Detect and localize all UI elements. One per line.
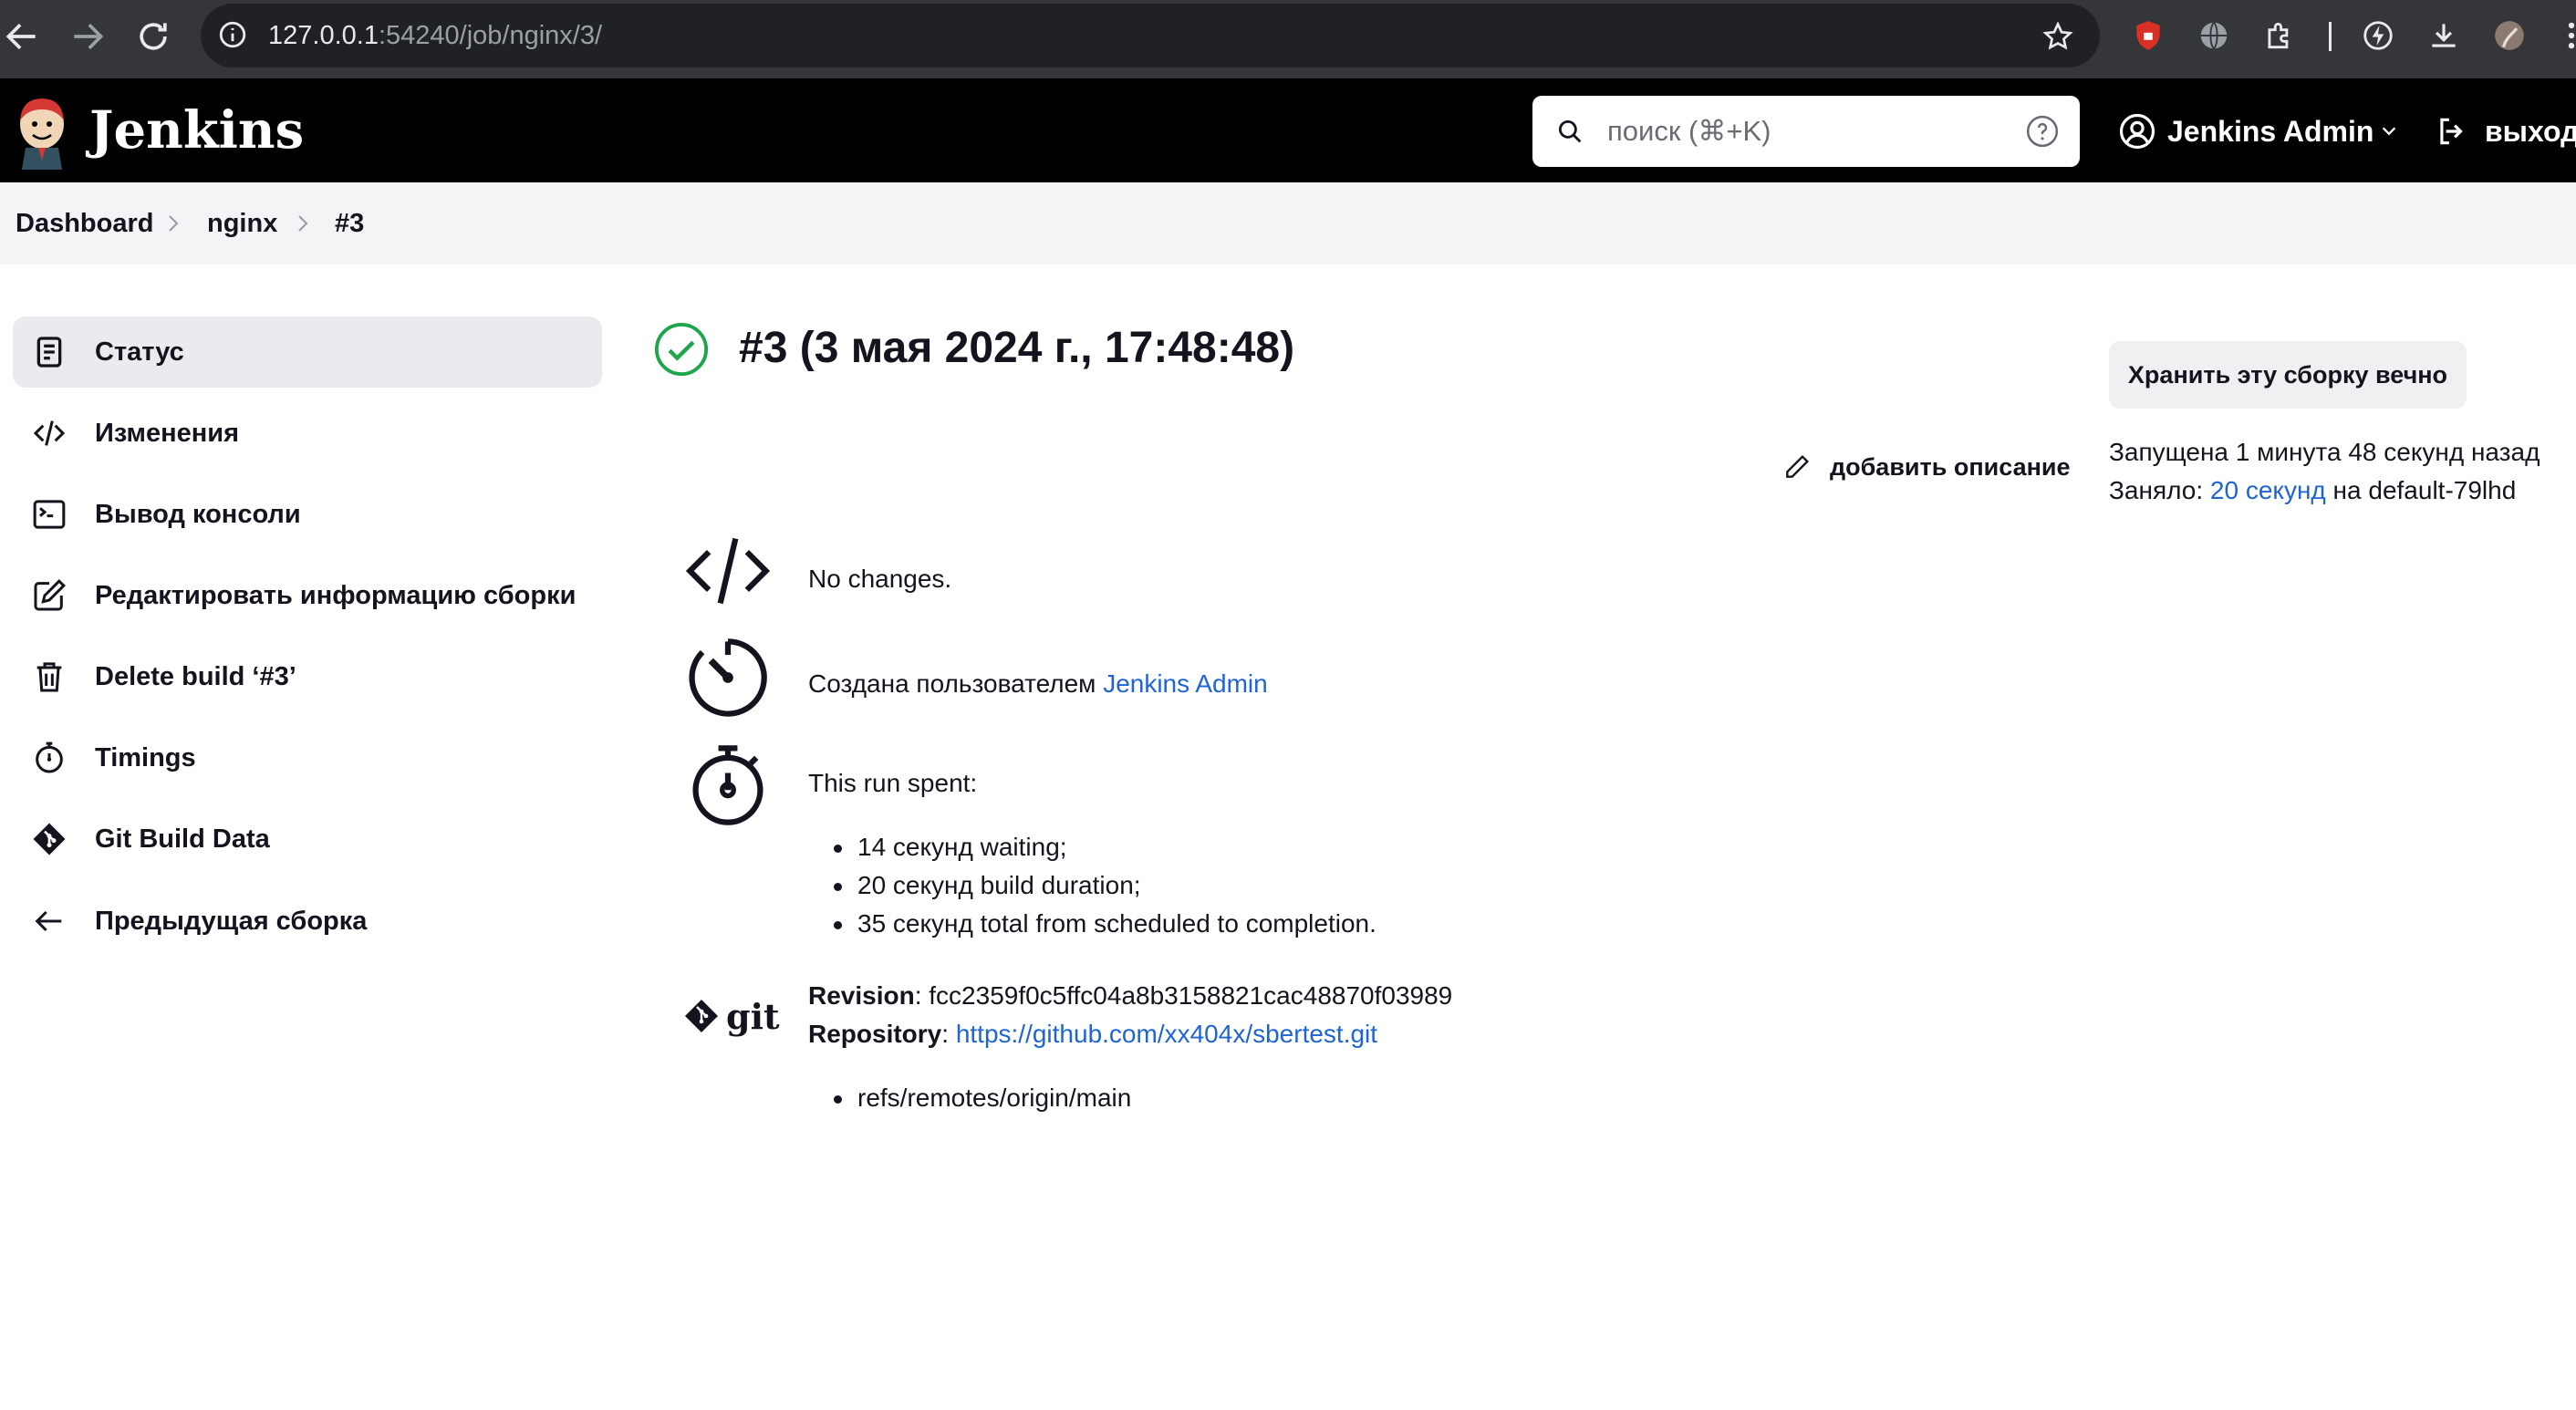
success-check-icon <box>654 322 709 377</box>
globe-extension-icon[interactable] <box>2197 18 2231 53</box>
list-item: refs/remotes/origin/main <box>833 1079 1131 1117</box>
search-placeholder: поиск (⌘+K) <box>1607 115 1771 147</box>
bookmark-star-icon[interactable] <box>2041 20 2074 53</box>
sidebar-item-git-build-data[interactable]: Git Build Data <box>13 803 602 875</box>
logout-icon <box>2440 118 2463 145</box>
list-item: 35 секунд total from scheduled to comple… <box>834 905 1376 943</box>
sidebar-item-label: Редактировать информацию сборки <box>95 581 576 610</box>
git-logo-text: git <box>726 996 780 1037</box>
chevron-right-icon <box>169 215 179 232</box>
arrow-left-icon <box>35 910 62 932</box>
jenkins-logo-text[interactable]: Jenkins <box>89 97 304 164</box>
repository-line: Repository: https://github.com/xx404x/sb… <box>808 1020 1378 1048</box>
run-spent-list: 14 секунд waiting; 20 секунд build durat… <box>834 828 1376 943</box>
chevron-down-icon <box>2382 127 2396 136</box>
address-bar[interactable]: 127.0.0.1:54240/job/nginx/3/ <box>201 4 2100 67</box>
code-icon <box>33 420 66 446</box>
breadcrumb: Dashboard nginx #3 <box>0 182 2576 264</box>
run-spent-label: This run spent: <box>808 769 978 797</box>
browser-menu-icon[interactable] <box>2554 18 2576 53</box>
sidebar-item-timings[interactable]: Timings <box>13 722 602 793</box>
sidebar-item-label: Git Build Data <box>95 824 270 854</box>
help-icon[interactable] <box>2025 114 2060 149</box>
sidebar-item-label: Вывод консоли <box>95 500 301 529</box>
user-name: Jenkins Admin <box>2167 115 2374 148</box>
add-description-label: добавить описание <box>1830 453 2071 481</box>
jenkins-logo-icon[interactable] <box>13 93 71 170</box>
edit-icon <box>34 579 66 611</box>
breadcrumb-nginx[interactable]: nginx <box>207 182 277 264</box>
list-item: 20 секунд build duration; <box>834 866 1376 905</box>
list-item: 14 секунд waiting; <box>834 828 1376 866</box>
search-icon <box>1558 119 1582 143</box>
sidebar-item-delete-build[interactable]: Delete build ‘#3’ <box>13 641 602 712</box>
refs-list: refs/remotes/origin/main <box>833 1079 1131 1117</box>
git-icon <box>33 823 66 855</box>
sidebar-item-changes[interactable]: Изменения <box>13 398 602 469</box>
logout-label: выход <box>2485 115 2576 148</box>
url-text[interactable]: 127.0.0.1:54240/job/nginx/3/ <box>268 4 602 67</box>
performance-icon[interactable] <box>2361 18 2395 53</box>
breadcrumb-dashboard[interactable]: Dashboard <box>16 182 153 264</box>
sidebar-item-label: Предыдущая сборка <box>95 907 368 936</box>
breadcrumb-build[interactable]: #3 <box>335 182 364 264</box>
changes-text: No changes. <box>808 565 952 593</box>
page-title: #3 (3 мая 2024 г., 17:48:48) <box>739 324 1295 372</box>
created-by: Создана пользователем Jenkins Admin <box>808 669 1268 698</box>
user-avatar-icon <box>2119 113 2155 150</box>
back-arrow-icon[interactable] <box>2 16 42 57</box>
revision-hash: fcc2359f0c5ffc04a8b3158821cac48870f03989 <box>929 981 1453 1010</box>
site-info-icon[interactable] <box>217 19 248 50</box>
sidebar-item-edit-build-info[interactable]: Редактировать информацию сборки <box>13 560 602 631</box>
shield-extension-icon[interactable] <box>2131 18 2166 53</box>
duration-text: Заняло: 20 секунд на default-79lhd <box>2109 476 2517 504</box>
created-by-user-link[interactable]: Jenkins Admin <box>1103 669 1268 698</box>
keep-build-forever-button[interactable]: Хранить эту сборку вечно <box>2109 341 2467 409</box>
search-input[interactable]: поиск (⌘+K) <box>1532 96 2080 167</box>
sidebar-item-label: Статус <box>95 337 184 367</box>
download-icon[interactable] <box>2426 18 2461 53</box>
forward-arrow-icon[interactable] <box>68 16 108 57</box>
sidebar-item-status[interactable]: Статус <box>13 316 602 388</box>
gauge-icon <box>689 638 767 717</box>
reload-icon[interactable] <box>133 16 173 57</box>
toolbar-separator <box>2329 22 2332 51</box>
browser-toolbar: 127.0.0.1:54240/job/nginx/3/ <box>0 0 2576 78</box>
terminal-icon <box>33 500 66 529</box>
git-logo-icon: git <box>685 996 780 1037</box>
sidebar-item-label: Изменения <box>95 419 240 448</box>
stopwatch-icon <box>36 741 63 773</box>
document-icon <box>36 337 62 368</box>
puzzle-extensions-icon[interactable] <box>2262 18 2297 53</box>
revision-line: Revision: fcc2359f0c5ffc04a8b3158821cac4… <box>808 981 1453 1010</box>
duration-link[interactable]: 20 секунд <box>2210 476 2326 504</box>
stopwatch-icon <box>692 745 763 825</box>
code-icon <box>685 537 771 605</box>
trash-icon <box>36 662 62 692</box>
profile-avatar-icon[interactable] <box>2492 18 2527 53</box>
pencil-icon <box>1786 454 1810 478</box>
repository-link[interactable]: https://github.com/xx404x/sbertest.git <box>956 1020 1377 1048</box>
chevron-right-icon <box>298 215 308 232</box>
sidebar-item-console-output[interactable]: Вывод консоли <box>13 479 602 550</box>
sidebar-item-label: Delete build ‘#3’ <box>95 662 296 691</box>
started-ago-text: Запущена 1 минута 48 секунд назад <box>2109 438 2540 466</box>
sidebar-item-label: Timings <box>95 743 196 772</box>
sidebar-item-previous-build[interactable]: Предыдущая сборка <box>13 886 602 957</box>
